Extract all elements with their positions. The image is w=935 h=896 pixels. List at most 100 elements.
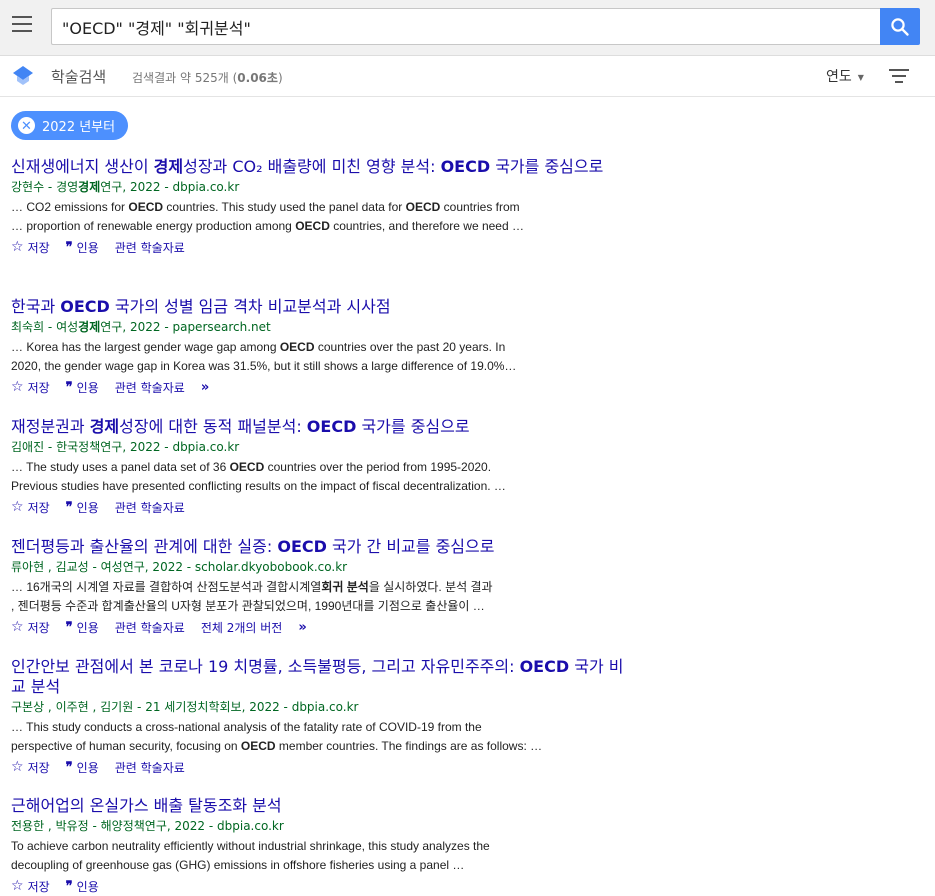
result-meta: 강현수 - 경영경제연구, 2022 - dbpia.co.kr [11,178,631,196]
result-meta: 김애진 - 한국정책연구, 2022 - dbpia.co.kr [11,438,631,456]
save-button[interactable]: ☆ 저장 [11,759,50,776]
search-button[interactable] [880,8,920,45]
save-button[interactable]: ☆ 저장 [11,239,50,256]
result-meta: 전용한 , 박유정 - 해양정책연구, 2022 - dbpia.co.kr [11,817,631,835]
text-segment: … 16개국의 시계열 자료를 결합하여 산점도분석과 결합시계열 [11,580,322,594]
text-segment: 한국과 [11,297,61,316]
year-filter-chip[interactable]: ✕ 2022 년부터 [11,111,129,140]
result-title-link[interactable]: 인간안보 관점에서 본 코로나 19 치명률, 소득불평등, 그리고 자유민주주… [11,657,631,697]
snippet-line: decoupling of greenhouse gas (GHG) emiss… [11,856,591,875]
result-title-link[interactable]: 한국과 OECD 국가의 성별 임금 격차 비교분석과 시사점 [11,297,631,317]
text-segment: … The study uses a panel data set of 36 [11,460,230,474]
cite-button[interactable]: ❞ 인용 [66,379,99,396]
result-actions: ☆ 저장 ❞ 인용 [11,876,631,896]
action-label: 전체 2개의 버전 [200,620,283,635]
text-segment: countries from [440,200,520,214]
all-versions-link[interactable]: 전체 2개의 버전 [201,619,283,636]
result-title-link[interactable]: 근해어업의 온실가스 배출 탈동조화 분석 [11,796,631,816]
more-options-icon[interactable]: » [298,620,306,635]
text-segment: 류아현 , 김교성 - 여성연구, 2022 - scholar.dkyobob… [11,560,348,574]
save-button[interactable]: ☆ 저장 [11,878,50,895]
action-label: 인용 [76,500,99,515]
search-result: 신재생에너지 생산이 경제성장과 CO₂ 배출량에 미친 영향 분석: OECD… [11,157,631,257]
action-label: 인용 [76,240,99,255]
text-segment: countries, and therefore we need … [329,219,524,233]
cite-button[interactable]: ❞ 인용 [66,878,99,895]
text-segment: member countries. The findings are as fo… [275,739,543,753]
text-segment: countries over the period from 1995-2020… [264,460,492,474]
quote-icon: ❞ [65,239,73,255]
result-snippet: … This study conducts a cross-national a… [11,718,591,756]
highlighted-term: OECD [405,200,441,214]
quote-icon: ❞ [65,759,73,775]
save-button[interactable]: ☆ 저장 [11,499,50,516]
search-result: 근해어업의 온실가스 배출 탈동조화 분석전용한 , 박유정 - 해양정책연구,… [11,796,631,896]
highlighted-term: 경제 [78,320,101,334]
highlighted-term: OECD [519,657,570,676]
result-snippet: … 16개국의 시계열 자료를 결합하여 산점도분석과 결합시계열회귀 분석을 … [11,578,591,616]
save-button[interactable]: ☆ 저장 [11,379,50,396]
quote-icon: ❞ [65,619,73,635]
result-title-link[interactable]: 신재생에너지 생산이 경제성장과 CO₂ 배출량에 미친 영향 분석: OECD… [11,157,631,177]
related-articles-link[interactable]: 관련 학술자료 [115,239,185,256]
result-actions: ☆ 저장 ❞ 인용 관련 학술자료 [11,497,631,517]
text-segment: 근해어업의 온실가스 배출 탈동조화 분석 [11,796,282,815]
action-label: 관련 학술자료 [114,620,185,635]
text-segment: 2020, the gender wage gap in Korea was 3… [11,359,517,373]
text-segment: countries. This study used the panel dat… [163,200,406,214]
save-button[interactable]: ☆ 저장 [11,619,50,636]
related-articles-link[interactable]: 관련 학술자료 [115,499,185,516]
snippet-line: Previous studies have presented conflict… [11,477,591,496]
scholar-logo-icon[interactable] [12,64,34,86]
scholar-label[interactable]: 학술검색 [51,66,106,87]
text-segment: 국가의 성별 임금 격차 비교분석과 시사점 [109,297,391,316]
result-title-link[interactable]: 젠더평등과 출산율의 관계에 대한 실증: OECD 국가 간 비교를 중심으로 [11,537,631,557]
text-segment: 연구, 2022 - papersearch.net [100,320,271,334]
highlighted-term: OECD [440,157,491,176]
text-segment: 최숙희 - 여성 [11,320,79,334]
star-icon: ☆ [11,878,24,894]
result-actions: ☆ 저장 ❞ 인용 관련 학술자료 [11,757,631,777]
search-input[interactable] [52,9,881,44]
cite-button[interactable]: ❞ 인용 [66,759,99,776]
close-icon[interactable]: ✕ [18,117,35,134]
text-segment: To achieve carbon neutrality efficiently… [11,839,490,853]
text-segment: 재정분권과 [11,417,90,436]
text-segment: 인간안보 관점에서 본 코로나 19 치명률, 소득불평등, 그리고 자유민주주… [11,657,520,676]
text-segment: … Korea has the largest gender wage gap … [11,340,280,354]
search-result: 젠더평등과 출산율의 관계에 대한 실증: OECD 국가 간 비교를 중심으로… [11,537,631,637]
more-options-icon[interactable]: » [201,380,209,395]
text-segment: 국가를 중심으로 [356,417,470,436]
result-title-link[interactable]: 재정분권과 경제성장에 대한 동적 패널분석: OECD 국가를 중심으로 [11,417,631,437]
highlighted-term: 경제 [89,417,120,436]
related-articles-link[interactable]: 관련 학술자료 [115,379,185,396]
text-segment: decoupling of greenhouse gas (GHG) emiss… [11,858,465,872]
snippet-line: … 16개국의 시계열 자료를 결합하여 산점도분석과 결합시계열회귀 분석을 … [11,578,591,597]
action-label: 관련 학술자료 [114,760,185,775]
filter-icon[interactable] [889,68,909,84]
action-label: 관련 학술자료 [114,240,185,255]
highlighted-term: OECD [60,297,110,316]
action-label: 인용 [76,760,99,775]
text-segment: Previous studies have presented conflict… [11,479,506,493]
cite-button[interactable]: ❞ 인용 [66,239,99,256]
action-label: 저장 [27,500,50,515]
search-box[interactable] [51,8,881,45]
results-subheader: 학술검색 검색결과 약 525개 (0.06초) 연도 ▼ [0,56,935,97]
cite-button[interactable]: ❞ 인용 [66,499,99,516]
top-bar [0,0,935,56]
highlighted-term: OECD [295,219,330,233]
year-sort-dropdown[interactable]: 연도 ▼ [826,66,864,86]
related-articles-link[interactable]: 관련 학술자료 [115,759,185,776]
text-segment: … This study conducts a cross-national a… [11,720,482,734]
text-segment: 신재생에너지 생산이 [11,157,154,176]
action-label: 저장 [27,879,50,894]
text-segment: 젠더평등과 출산율의 관계에 대한 실증: [11,537,278,556]
hamburger-menu-icon[interactable] [12,16,34,34]
snippet-line: , 젠더평등 수준과 합계출산율의 U자형 분포가 관찰되었으며, 1990년대… [11,597,591,616]
caret-down-icon: ▼ [857,72,864,82]
action-label: 저장 [27,240,50,255]
related-articles-link[interactable]: 관련 학술자료 [115,619,185,636]
cite-button[interactable]: ❞ 인용 [66,619,99,636]
result-meta: 최숙희 - 여성경제연구, 2022 - papersearch.net [11,318,631,336]
